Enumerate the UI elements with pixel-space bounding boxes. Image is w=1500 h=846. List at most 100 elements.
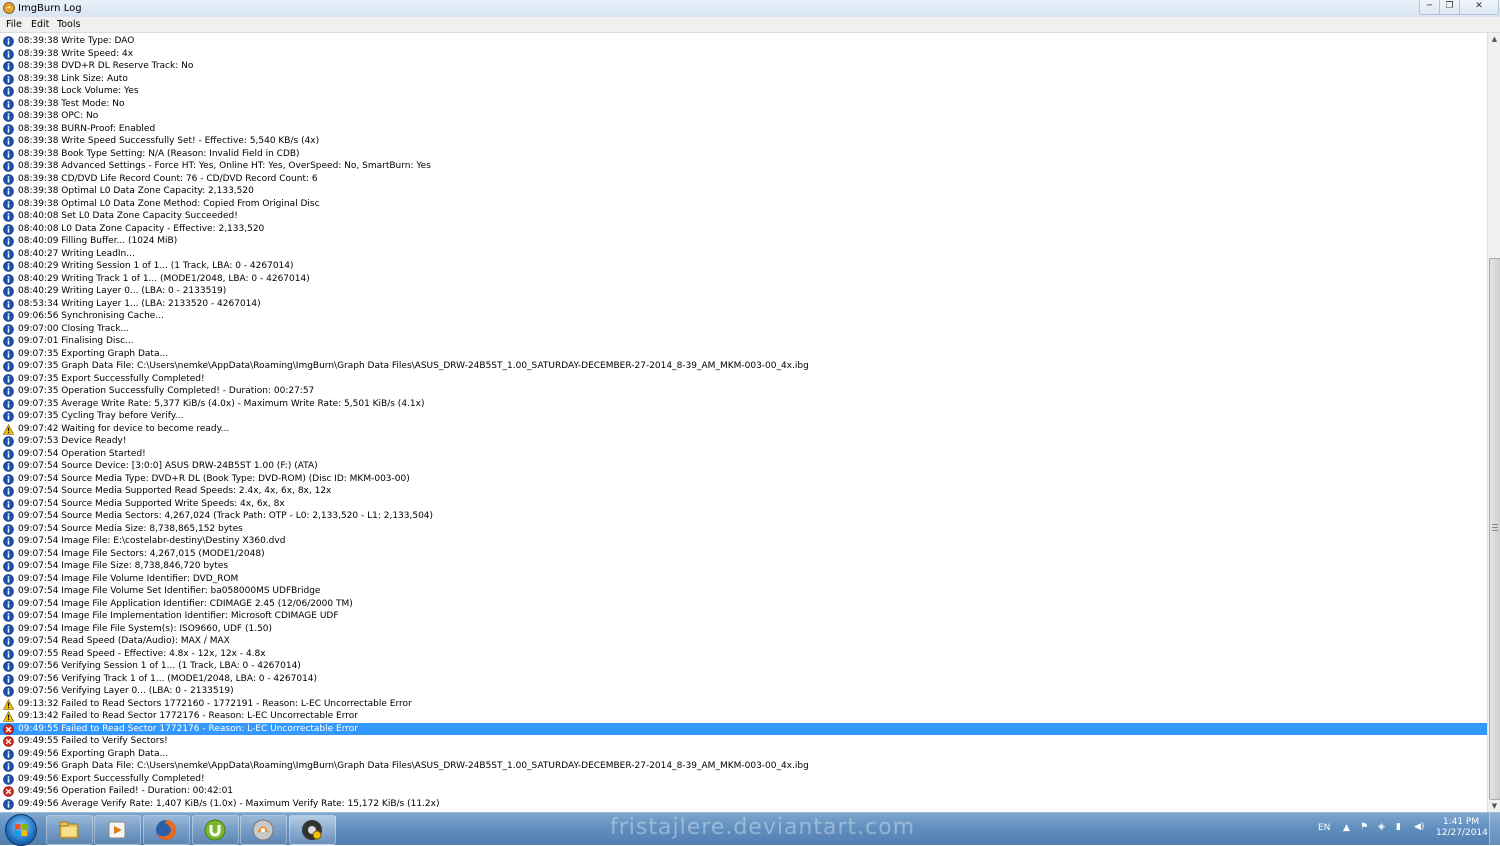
network-tray-icon[interactable]: ◈ — [1378, 822, 1385, 832]
log-entry[interactable]: 08:39:38 Lock Volume: Yes — [0, 85, 1487, 98]
log-entry[interactable]: 09:07:53 Device Ready! — [0, 435, 1487, 448]
taskbar-imgburn-log-button[interactable] — [289, 815, 336, 845]
log-entry[interactable]: 08:40:29 Writing Session 1 of 1... (1 Tr… — [0, 260, 1487, 273]
log-entry[interactable]: 09:07:54 Image File: E:\costelabr-destin… — [0, 535, 1487, 548]
log-entry[interactable]: 09:07:56 Verifying Session 1 of 1... (1 … — [0, 660, 1487, 673]
log-entry[interactable]: 09:49:56 Export Successfully Completed! — [0, 773, 1487, 786]
info-icon — [3, 498, 14, 510]
log-entry[interactable]: 08:39:38 Book Type Setting: N/A (Reason:… — [0, 148, 1487, 161]
volume-icon[interactable]: ◀) — [1414, 822, 1424, 832]
log-entry[interactable]: 09:49:56 Graph Data File: C:\Users\nemke… — [0, 760, 1487, 773]
log-list[interactable]: 08:39:38 Write Type: DAO 08:39:38 Write S… — [0, 33, 1487, 812]
log-entry[interactable]: 08:39:38 Write Speed Successfully Set! -… — [0, 135, 1487, 148]
log-entry[interactable]: 08:39:38 Write Speed: 4x — [0, 48, 1487, 61]
warning-icon — [3, 423, 14, 435]
log-entry[interactable]: 09:07:54 Source Media Type: DVD+R DL (Bo… — [0, 473, 1487, 486]
log-entry[interactable]: 09:07:00 Closing Track... — [0, 323, 1487, 336]
log-entry[interactable]: 08:39:38 Write Type: DAO — [0, 35, 1487, 48]
log-entry[interactable]: 09:49:56 Exporting Graph Data... — [0, 748, 1487, 761]
taskbar-firefox-button[interactable] — [143, 815, 190, 845]
log-entry[interactable]: 09:07:54 Read Speed (Data/Audio): MAX / … — [0, 635, 1487, 648]
scroll-up-arrow-icon[interactable]: ▲ — [1488, 33, 1500, 45]
clock[interactable]: 1:41 PM 12/27/2014 — [1436, 817, 1488, 839]
log-entry[interactable]: 09:07:56 Verifying Track 1 of 1... (MODE… — [0, 673, 1487, 686]
log-entry-text: 08:39:38 Lock Volume: Yes — [18, 86, 139, 96]
log-entry[interactable]: 08:39:38 OPC: No — [0, 110, 1487, 123]
log-entry[interactable]: 09:49:56 Operation Failed! - Duration: 0… — [0, 785, 1487, 798]
log-entry-text: 09:07:01 Finalising Disc... — [18, 336, 134, 346]
scroll-thumb[interactable] — [1489, 258, 1500, 800]
log-entry[interactable]: 08:39:38 CD/DVD Life Record Count: 76 - … — [0, 173, 1487, 186]
log-entry[interactable]: 09:07:54 Image File Volume Set Identifie… — [0, 585, 1487, 598]
action-center-flag-icon[interactable]: ⚑ — [1360, 822, 1368, 832]
show-hidden-icons-icon[interactable]: ▲ — [1343, 823, 1350, 833]
log-entry[interactable]: 08:40:09 Filling Buffer... (1024 MiB) — [0, 235, 1487, 248]
info-icon — [3, 598, 14, 610]
log-entry[interactable]: 09:07:35 Operation Successfully Complete… — [0, 385, 1487, 398]
taskbar-utorrent-button[interactable] — [192, 815, 239, 845]
log-entry[interactable]: 09:06:56 Synchronising Cache... — [0, 310, 1487, 323]
close-button[interactable]: ✕ — [1459, 0, 1499, 15]
log-entry[interactable]: 08:39:38 Optimal L0 Data Zone Method: Co… — [0, 198, 1487, 211]
log-entry[interactable]: 09:07:54 Image File Sectors: 4,267,015 (… — [0, 548, 1487, 561]
log-entry[interactable]: 09:13:42 Failed to Read Sector 1772176 -… — [0, 710, 1487, 723]
menu-tools[interactable]: Tools — [57, 18, 80, 31]
log-entry[interactable]: 09:07:54 Image File Implementation Ident… — [0, 610, 1487, 623]
log-entry[interactable]: 09:07:54 Source Media Supported Read Spe… — [0, 485, 1487, 498]
log-entry[interactable]: 09:07:35 Graph Data File: C:\Users\nemke… — [0, 360, 1487, 373]
log-entry[interactable]: 09:07:56 Verifying Layer 0... (LBA: 0 - … — [0, 685, 1487, 698]
signal-bars-icon[interactable]: ▮ — [1396, 822, 1401, 832]
log-entry[interactable]: 08:39:38 Link Size: Auto — [0, 73, 1487, 86]
menu-edit[interactable]: Edit — [31, 18, 49, 31]
taskbar-explorer-button[interactable] — [46, 815, 93, 845]
log-entry[interactable]: 09:13:32 Failed to Read Sectors 1772160 … — [0, 698, 1487, 711]
log-entry[interactable]: 09:07:55 Read Speed - Effective: 4.8x - … — [0, 648, 1487, 661]
log-entry[interactable]: 09:07:01 Finalising Disc... — [0, 335, 1487, 348]
taskbar-media-player-button[interactable] — [94, 815, 141, 845]
log-entry[interactable]: 08:40:08 L0 Data Zone Capacity - Effecti… — [0, 223, 1487, 236]
log-entry[interactable]: 09:07:54 Source Device: [3:0:0] ASUS DRW… — [0, 460, 1487, 473]
log-entry[interactable]: 09:07:54 Source Media Sectors: 4,267,024… — [0, 510, 1487, 523]
log-entry[interactable]: 09:07:35 Average Write Rate: 5,377 KiB/s… — [0, 398, 1487, 411]
start-button[interactable] — [5, 814, 37, 846]
info-icon — [3, 111, 14, 122]
info-icon — [3, 586, 14, 597]
log-entry[interactable]: 09:49:55 Failed to Verify Sectors! — [0, 735, 1487, 748]
log-entry[interactable]: 09:07:54 Image File Size: 8,738,846,720 … — [0, 560, 1487, 573]
log-entry-text: 09:07:55 Read Speed - Effective: 4.8x - … — [18, 648, 266, 659]
log-entry[interactable]: 09:49:56 Average Verify Rate: 1,407 KiB/… — [0, 798, 1487, 811]
minimize-button[interactable]: ─ — [1419, 0, 1440, 15]
info-icon — [3, 773, 14, 785]
scroll-down-arrow-icon[interactable]: ▼ — [1488, 800, 1500, 812]
log-entry-text: 08:40:09 Filling Buffer... (1024 MiB) — [18, 236, 178, 246]
log-entry[interactable]: 08:53:34 Writing Layer 1... (LBA: 213352… — [0, 298, 1487, 311]
maximize-button[interactable]: ❐ — [1439, 0, 1460, 15]
log-entry[interactable]: 09:07:54 Operation Started! — [0, 448, 1487, 461]
log-entry[interactable]: 09:07:54 Source Media Size: 8,738,865,15… — [0, 523, 1487, 536]
utorrent-icon — [204, 819, 226, 841]
log-entry[interactable]: 08:39:38 BURN-Proof: Enabled — [0, 123, 1487, 136]
vertical-scrollbar[interactable]: ▲ ▼ — [1487, 33, 1500, 812]
log-entry-selected[interactable]: 09:49:55 Failed to Read Sector 1772176 -… — [0, 722, 1487, 735]
log-entry[interactable]: 09:07:54 Image File Application Identifi… — [0, 598, 1487, 611]
language-indicator[interactable]: EN — [1318, 823, 1330, 833]
log-entry[interactable]: 09:07:54 Image File File System(s): ISO9… — [0, 623, 1487, 636]
log-entry[interactable]: 09:07:35 Exporting Graph Data... — [0, 348, 1487, 361]
taskbar-imgburn-button[interactable] — [240, 815, 287, 845]
log-entry[interactable]: 09:07:35 Export Successfully Completed! — [0, 373, 1487, 386]
log-entry[interactable]: 08:40:29 Writing Track 1 of 1... (MODE1/… — [0, 273, 1487, 286]
title-bar[interactable]: ImgBurn Log ─ ❐ ✕ — [0, 0, 1500, 18]
log-entry[interactable]: 08:40:29 Writing Layer 0... (LBA: 0 - 21… — [0, 285, 1487, 298]
log-entry[interactable]: 08:40:08 Set L0 Data Zone Capacity Succe… — [0, 210, 1487, 223]
log-entry[interactable]: 08:40:27 Writing LeadIn... — [0, 248, 1487, 261]
menu-file[interactable]: File — [6, 18, 22, 31]
log-entry[interactable]: 08:39:38 DVD+R DL Reserve Track: No — [0, 60, 1487, 73]
show-desktop-button[interactable] — [1489, 813, 1500, 845]
log-entry[interactable]: 08:39:38 Advanced Settings - Force HT: Y… — [0, 160, 1487, 173]
log-entry[interactable]: 09:07:54 Image File Volume Identifier: D… — [0, 573, 1487, 586]
log-entry[interactable]: 08:39:38 Optimal L0 Data Zone Capacity: … — [0, 185, 1487, 198]
log-entry[interactable]: 09:07:54 Source Media Supported Write Sp… — [0, 498, 1487, 511]
log-entry[interactable]: 08:39:38 Test Mode: No — [0, 98, 1487, 111]
log-entry[interactable]: 09:07:42 Waiting for device to become re… — [0, 423, 1487, 436]
log-entry[interactable]: 09:07:35 Cycling Tray before Verify... — [0, 410, 1487, 423]
